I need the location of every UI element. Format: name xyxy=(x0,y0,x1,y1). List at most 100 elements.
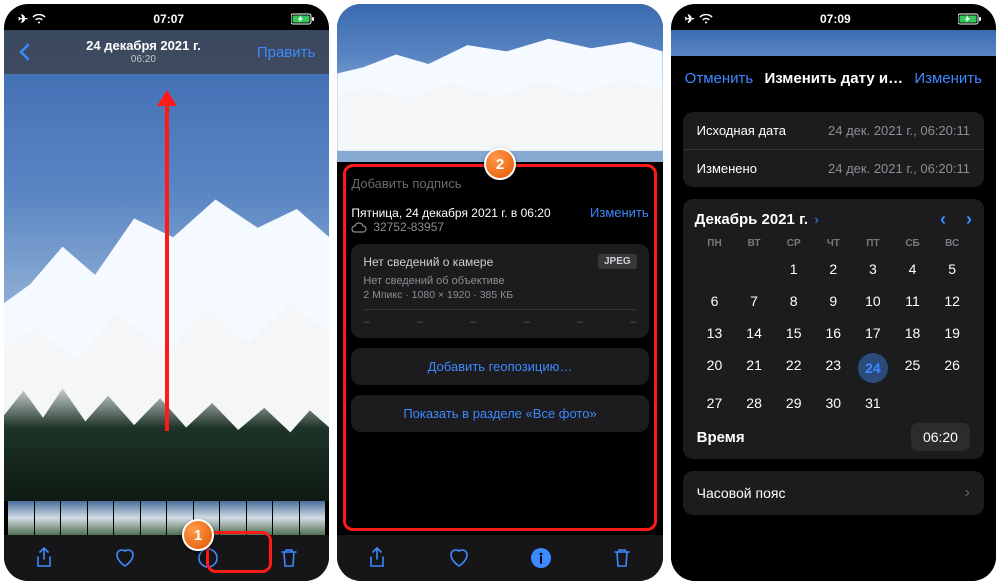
calendar-day[interactable]: 10 xyxy=(853,289,893,313)
calendar-day[interactable]: 5 xyxy=(932,257,972,281)
calendar-day[interactable]: 8 xyxy=(774,289,814,313)
calendar-dow: ВТ xyxy=(734,238,774,249)
wifi-icon xyxy=(699,14,713,24)
calendar-dow: ПН xyxy=(695,238,735,249)
calendar-day[interactable]: 22 xyxy=(774,353,814,383)
adjust-button[interactable]: Изменить xyxy=(590,205,649,220)
status-bar: ✈ 07:09 xyxy=(671,4,996,30)
calendar-day[interactable]: 1 xyxy=(774,257,814,281)
info-icon[interactable] xyxy=(530,547,552,569)
calendar-dow: ЧТ xyxy=(814,238,854,249)
format-badge: JPEG xyxy=(598,254,637,269)
calendar-day[interactable]: 28 xyxy=(734,391,774,415)
calendar-day[interactable]: 9 xyxy=(814,289,854,313)
photo-viewer[interactable]: 24 декабря 2021 г. 06:20 Править xyxy=(4,30,329,501)
bottom-toolbar xyxy=(4,535,329,581)
camera-info-card: Нет сведений о камере JPEG Нет сведений … xyxy=(351,244,648,338)
status-time: 07:09 xyxy=(820,12,851,26)
calendar-day[interactable]: 2 xyxy=(814,257,854,281)
calendar-day[interactable]: 16 xyxy=(814,321,854,345)
calendar-day[interactable]: 30 xyxy=(814,391,854,415)
time-picker[interactable]: 06:20 xyxy=(911,423,970,451)
calendar-next-button[interactable]: › xyxy=(966,209,972,230)
cancel-button[interactable]: Отменить xyxy=(685,70,754,87)
photo-time: 06:20 xyxy=(86,54,201,66)
battery-icon xyxy=(291,13,315,25)
status-time: 07:07 xyxy=(153,12,184,26)
photo-hint xyxy=(671,30,996,56)
calendar-day[interactable]: 27 xyxy=(695,391,735,415)
calendar-day[interactable]: 25 xyxy=(893,353,933,383)
modal-navbar: Отменить Изменить дату и… Изменить xyxy=(671,56,996,100)
calendar-day[interactable]: 24 xyxy=(858,353,888,383)
status-bar: ✈ 07:07 xyxy=(4,4,329,30)
modified-date-label: Изменено xyxy=(697,161,757,176)
tech-info: 2 Мпикс · 1080 × 1920 · 385 КБ xyxy=(363,289,636,301)
info-date: Пятница, 24 декабря 2021 г. в 06:20 xyxy=(351,206,550,220)
calendar-day[interactable]: 12 xyxy=(932,289,972,313)
calendar-day[interactable]: 18 xyxy=(893,321,933,345)
chevron-right-icon: › xyxy=(965,484,970,502)
edit-button[interactable]: Править xyxy=(257,44,316,61)
calendar-dow: СБ xyxy=(893,238,933,249)
calendar-day[interactable]: 14 xyxy=(734,321,774,345)
original-date-label: Исходная дата xyxy=(697,123,786,138)
screenshot-2: Добавить подпись Пятница, 24 декабря 202… xyxy=(337,4,662,581)
cloud-icon xyxy=(351,221,367,233)
calendar-day[interactable]: 15 xyxy=(774,321,814,345)
share-icon[interactable] xyxy=(367,547,387,569)
photo-date: 24 декабря 2021 г. xyxy=(86,39,201,54)
calendar-day[interactable]: 31 xyxy=(853,391,893,415)
calendar-day[interactable]: 3 xyxy=(853,257,893,281)
calendar-day[interactable]: 11 xyxy=(893,289,933,313)
airplane-icon: ✈ xyxy=(18,12,28,26)
calendar-day[interactable]: 21 xyxy=(734,353,774,383)
calendar-month-button[interactable]: Декабрь 2021 г. › xyxy=(695,211,819,229)
datetime-summary: Исходная дата 24 дек. 2021 г., 06:20:11 … xyxy=(683,112,984,187)
share-icon[interactable] xyxy=(34,547,54,569)
modified-date-value: 24 дек. 2021 г., 06:20:11 xyxy=(828,161,970,176)
battery-icon xyxy=(958,13,982,25)
back-button[interactable] xyxy=(18,43,30,61)
lens-info: Нет сведений об объективе xyxy=(363,275,636,287)
bottom-toolbar xyxy=(337,535,662,581)
calendar-dow: СР xyxy=(774,238,814,249)
calendar-day[interactable]: 20 xyxy=(695,353,735,383)
original-date-value: 24 дек. 2021 г., 06:20:11 xyxy=(828,123,970,138)
heart-icon[interactable] xyxy=(114,548,136,568)
show-all-photos-button[interactable]: Показать в разделе «Все фото» xyxy=(351,395,648,432)
thumbnail-strip[interactable] xyxy=(4,501,329,535)
calendar-day[interactable]: 26 xyxy=(932,353,972,383)
add-location-button[interactable]: Добавить геопозицию… xyxy=(351,348,648,385)
airplane-icon: ✈ xyxy=(685,12,695,26)
exif-row: –––––– xyxy=(363,309,636,328)
calendar-day[interactable]: 6 xyxy=(695,289,735,313)
photo-preview[interactable] xyxy=(337,4,662,162)
screenshot-1: ✈ 07:07 24 декабря 2021 г. 06:20 Править xyxy=(4,4,329,581)
heart-icon[interactable] xyxy=(448,548,470,568)
timezone-button[interactable]: Часовой пояс › xyxy=(683,471,984,515)
calendar-day[interactable]: 19 xyxy=(932,321,972,345)
calendar-day[interactable]: 7 xyxy=(734,289,774,313)
calendar-day[interactable]: 13 xyxy=(695,321,735,345)
info-panel: Добавить подпись Пятница, 24 декабря 202… xyxy=(337,162,662,535)
calendar: Декабрь 2021 г. › ‹ › ПНВТСРЧТПТСБВС1234… xyxy=(683,199,984,459)
calendar-prev-button[interactable]: ‹ xyxy=(940,209,946,230)
save-button[interactable]: Изменить xyxy=(914,70,982,87)
calendar-day[interactable]: 17 xyxy=(853,321,893,345)
annotation-badge-1: 1 xyxy=(182,519,214,551)
annotation-badge-2: 2 xyxy=(484,148,516,180)
trash-icon[interactable] xyxy=(279,547,299,569)
calendar-day xyxy=(734,257,774,281)
calendar-day[interactable]: 4 xyxy=(893,257,933,281)
cloud-id: 32752-83957 xyxy=(373,220,444,234)
modal-title: Изменить дату и… xyxy=(764,70,903,87)
photo-navbar: 24 декабря 2021 г. 06:20 Править xyxy=(4,30,329,74)
time-label: Время xyxy=(697,429,745,446)
calendar-day[interactable]: 29 xyxy=(774,391,814,415)
trash-icon[interactable] xyxy=(612,547,632,569)
camera-info: Нет сведений о камере xyxy=(363,255,493,269)
calendar-day xyxy=(695,257,735,281)
calendar-day[interactable]: 23 xyxy=(814,353,854,383)
screenshot-3: ✈ 07:09 Отменить Изменить дату и… Измени… xyxy=(671,4,996,581)
